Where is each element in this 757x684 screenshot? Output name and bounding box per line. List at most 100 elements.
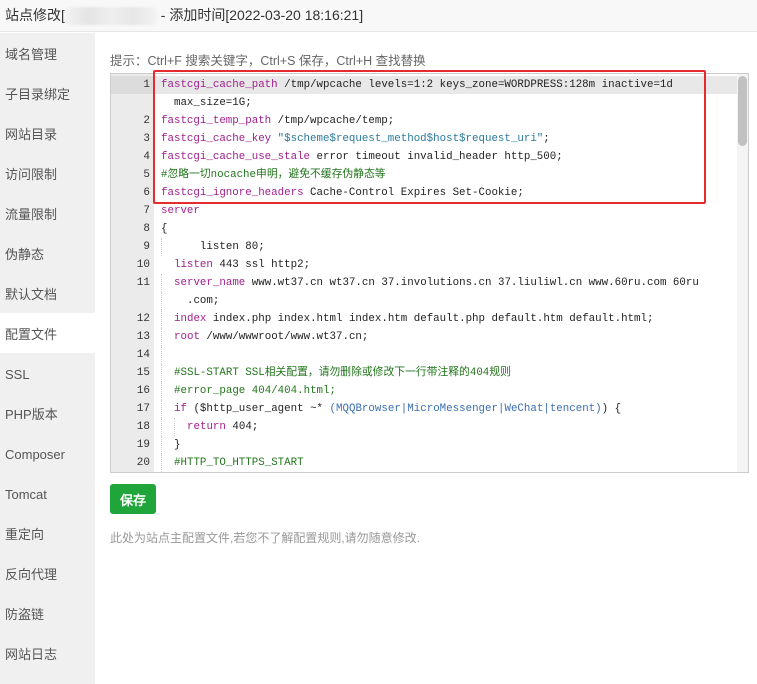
code-keyword: fastcgi_cache_path <box>161 79 278 91</box>
code-text: 443 ssl http2; <box>219 259 311 271</box>
line-text: server_name www.wt37.cn wt37.cn 37.invol… <box>161 274 699 292</box>
code-text: ($http_user_agent ~* <box>193 403 330 415</box>
line-number: 18 <box>136 421 150 433</box>
code-keyword: index <box>174 313 207 325</box>
code-line[interactable]: 6 fastcgi_ignore_headers Cache-Control Ex… <box>111 184 738 202</box>
sidebar-item[interactable]: 子目录绑定 <box>0 73 95 113</box>
sidebar-item[interactable]: 访问限制 <box>0 153 95 193</box>
line-number: 12 <box>136 313 150 325</box>
code-line[interactable]: 19} <box>111 436 738 454</box>
code-text: { <box>161 223 168 235</box>
indent-guide <box>161 274 174 292</box>
code-text: } <box>174 439 181 451</box>
line-text: index index.php index.html index.htm def… <box>161 310 653 328</box>
line-text: fastcgi_temp_path /tmp/wpcache/temp; <box>161 112 394 130</box>
code-line[interactable]: max_size=1G; <box>111 94 738 112</box>
line-number: 7 <box>143 205 150 217</box>
indent-guide <box>161 418 174 436</box>
line-number: 9 <box>143 241 150 253</box>
sidebar-item[interactable]: 网站日志 <box>0 633 95 673</box>
line-text: if ($http_user_agent ~* (MQQBrowser|Micr… <box>161 400 621 418</box>
line-number: 6 <box>143 187 150 199</box>
line-text: { <box>161 220 167 238</box>
code-comment: #忽略一切nocache申明，避免不缓存伪静态等 <box>161 169 386 181</box>
line-text: fastcgi_cache_use_stale error timeout in… <box>161 148 563 166</box>
code-line[interactable]: 20 #HTTP_TO_HTTPS_START <box>111 454 738 472</box>
sidebar-item[interactable]: 反向代理 <box>0 553 95 593</box>
line-text: return 404; <box>161 418 258 436</box>
code-line[interactable]: 18 return 404; <box>111 418 738 436</box>
indent-guide <box>174 418 187 436</box>
window-title-prefix: 站点修改[ <box>5 7 65 23</box>
sidebar-item[interactable]: 网站目录 <box>0 113 95 153</box>
sidebar-item[interactable]: PHP版本 <box>0 393 95 433</box>
code-line[interactable]: 8{ <box>111 220 738 238</box>
code-keyword: fastcgi_cache_use_stale <box>161 151 311 163</box>
sidebar-item[interactable]: 默认文档 <box>0 273 95 313</box>
code-string: "$scheme$request_method$host$request_uri… <box>277 133 544 145</box>
code-line[interactable]: 14 <box>111 346 738 364</box>
sidebar-item[interactable]: 伪静态 <box>0 233 95 273</box>
line-number: 14 <box>136 349 150 361</box>
code-keyword: server_name <box>174 277 246 289</box>
sidebar-item[interactable]: Composer <box>0 433 95 473</box>
code-keyword: if <box>174 403 187 415</box>
sidebar-item[interactable]: Tomcat <box>0 473 95 513</box>
line-text: fastcgi_cache_path /tmp/wpcache levels=1… <box>161 76 673 94</box>
code-line[interactable]: 7 server <box>111 202 738 220</box>
code-text: error timeout invalid_header http_500; <box>316 151 563 163</box>
sidebar: 域名管理 子目录绑定 网站目录 访问限制 流量限制 伪静态 默认文档 配置文件 SSL PHP版本… <box>0 33 95 684</box>
code-line[interactable]: 1 fastcgi_cache_path /tmp/wpcache levels=… <box>111 76 738 94</box>
line-number: 19 <box>136 439 150 451</box>
line-number: 10 <box>136 259 150 271</box>
window-title-suffix: - 添加时间[2022-03-20 18:16:21] <box>156 7 364 23</box>
indent-guide <box>161 364 174 382</box>
code-line[interactable]: 9 listen 80; <box>111 238 738 256</box>
code-line[interactable]: 4 fastcgi_cache_use_stale error timeout i… <box>111 148 738 166</box>
code-line[interactable]: 15 #SSL-START SSL相关配置，请勿删除或修改下一行带注释的404规则 <box>111 364 738 382</box>
code-line[interactable]: 5 #忽略一切nocache申明，避免不缓存伪静态等 <box>111 166 738 184</box>
redacted-site-name <box>64 7 157 26</box>
code-line[interactable]: 13 root /www/wwwroot/www.wt37.cn; <box>111 328 738 346</box>
scrollbar-thumb[interactable] <box>738 76 747 146</box>
sidebar-item[interactable]: 域名管理 <box>0 33 95 73</box>
indent-guide <box>161 310 174 328</box>
code-line[interactable]: 17 if ($http_user_agent ~* (MQQBrowser|Mi… <box>111 400 738 418</box>
line-text: #error_page 404/404.html; <box>161 382 336 400</box>
line-text: #忽略一切nocache申明，避免不缓存伪静态等 <box>161 166 386 184</box>
indent-guide <box>161 400 174 418</box>
line-number: 2 <box>143 115 150 127</box>
sidebar-item[interactable]: 重定向 <box>0 513 95 553</box>
sidebar-item[interactable]: 防盗链 <box>0 593 95 633</box>
code-line[interactable]: 10 listen 443 ssl http2; <box>111 256 738 274</box>
editor-scrollbar[interactable] <box>737 74 748 472</box>
sidebar-item[interactable]: 配置文件 <box>0 313 95 353</box>
code-keyword: listen <box>173 259 213 271</box>
code-line[interactable]: 11 server_name www.wt37.cn wt37.cn 37.inv… <box>111 274 738 292</box>
code-text: /tmp/wpcache levels=1:2 keys_zone=WORDPR… <box>284 79 673 91</box>
code-line[interactable]: 16 #error_page 404/404.html; <box>111 382 738 400</box>
save-button[interactable]: 保存 <box>110 484 156 514</box>
line-text: listen 80; <box>161 238 265 256</box>
indent-guide <box>161 454 174 472</box>
code-line[interactable]: 3 fastcgi_cache_key "$scheme$request_meth… <box>111 130 738 148</box>
line-number: 20 <box>136 457 150 469</box>
line-number: 3 <box>143 133 150 145</box>
code-comment: #SSL-START SSL相关配置，请勿删除或修改下一行带注释的404规则 <box>174 367 511 379</box>
sidebar-item[interactable]: 流量限制 <box>0 193 95 233</box>
code-area[interactable]: 1 fastcgi_cache_path /tmp/wpcache levels=… <box>111 76 738 472</box>
code-keyword: root <box>174 331 200 343</box>
line-text: root /www/wwwroot/www.wt37.cn; <box>161 328 368 346</box>
line-number: 5 <box>143 169 150 181</box>
line-number: 13 <box>136 331 150 343</box>
code-line[interactable]: .com; <box>111 292 738 310</box>
code-line[interactable]: 2 fastcgi_temp_path /tmp/wpcache/temp; <box>111 112 738 130</box>
config-editor[interactable]: 1 fastcgi_cache_path /tmp/wpcache levels=… <box>110 73 749 473</box>
sidebar-item[interactable]: SSL <box>0 353 95 393</box>
line-text: fastcgi_ignore_headers Cache-Control Exp… <box>161 184 524 202</box>
code-keyword: fastcgi_temp_path <box>161 115 272 127</box>
line-number: 17 <box>136 403 150 415</box>
code-text: ; <box>543 133 550 145</box>
code-line[interactable]: 12 index index.php index.html index.htm d… <box>111 310 738 328</box>
